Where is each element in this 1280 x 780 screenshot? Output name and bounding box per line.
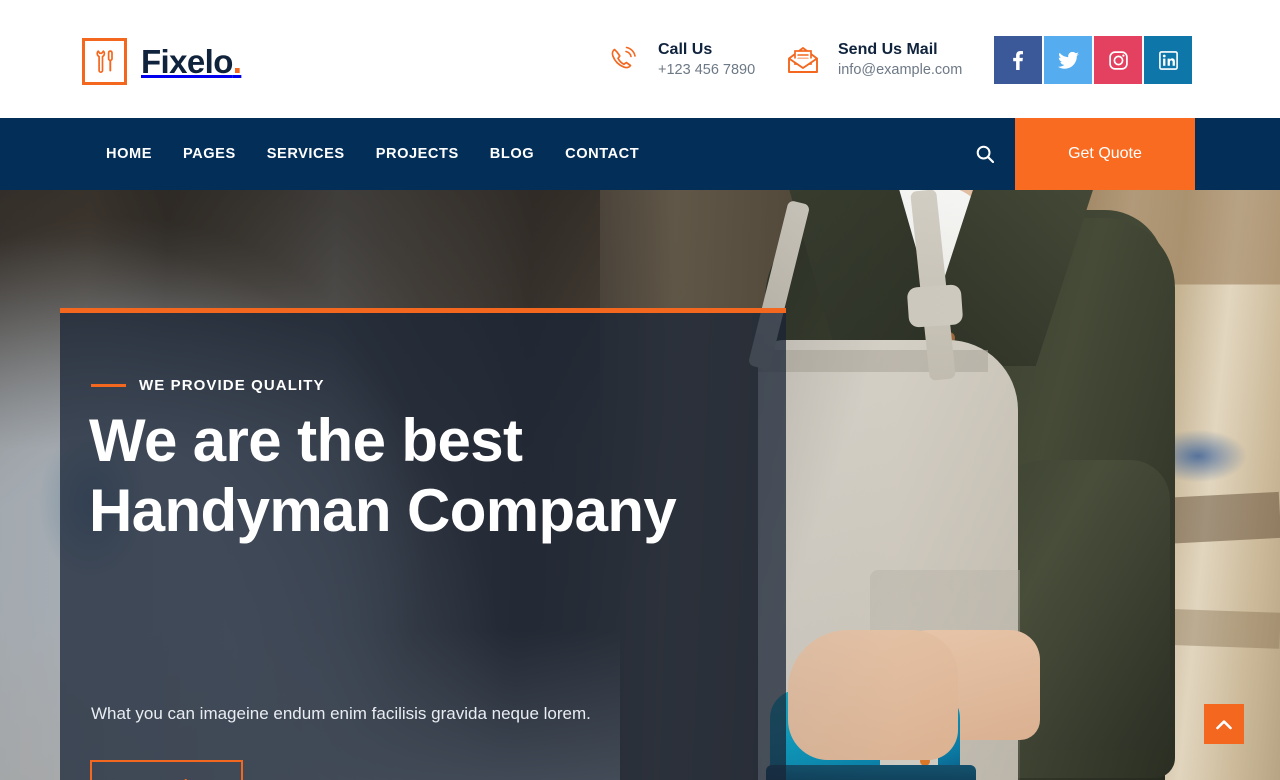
twitter-icon[interactable] <box>1044 36 1092 84</box>
hero-subtitle: What you can imageine endum enim facilis… <box>91 704 591 723</box>
nav-item-pages[interactable]: PAGES <box>183 146 267 162</box>
logo-dot: . <box>232 43 242 80</box>
wrench-screwdriver-icon <box>82 38 127 85</box>
get-quote-button[interactable]: Get Quote <box>1015 118 1195 190</box>
chevron-up-icon <box>1216 719 1232 729</box>
phone-icon <box>604 41 642 79</box>
hero-title: We are the best Handyman Company <box>89 406 769 546</box>
facebook-icon[interactable] <box>994 36 1042 84</box>
hero-eyebrow-text: WE PROVIDE QUALITY <box>139 377 325 394</box>
site-logo[interactable]: Fixelo. <box>82 38 242 85</box>
hero-content-panel: WE PROVIDE QUALITY We are the best Handy… <box>60 308 786 780</box>
main-navigation: HOME PAGES SERVICES PROJECTS BLOG CONTAC… <box>0 118 1280 190</box>
hero-section: WE PROVIDE QUALITY We are the best Handy… <box>0 190 1280 780</box>
eyebrow-dash-icon <box>91 384 126 387</box>
nav-item-home[interactable]: HOME <box>106 146 183 162</box>
hero-title-line1: We are the best <box>89 407 523 474</box>
social-links <box>994 36 1192 84</box>
site-header: Fixelo. Call Us +123 456 7890 Send Us Ma… <box>0 0 1280 118</box>
envelope-icon <box>784 41 822 79</box>
page-root: Fixelo. Call Us +123 456 7890 Send Us Ma… <box>0 0 1280 780</box>
instagram-icon[interactable] <box>1094 36 1142 84</box>
contact-call-title: Call Us <box>658 41 713 58</box>
nav-item-contact[interactable]: CONTACT <box>565 146 670 162</box>
search-icon[interactable] <box>955 118 1015 190</box>
hero-title-line2: Handyman Company <box>89 477 677 544</box>
nav-item-blog[interactable]: BLOG <box>490 146 565 162</box>
nav-links: HOME PAGES SERVICES PROJECTS BLOG CONTAC… <box>106 146 670 162</box>
logo-text: Fixelo. <box>141 43 242 80</box>
nav-item-services[interactable]: SERVICES <box>267 146 376 162</box>
contact-phone-number: +123 456 7890 <box>658 62 756 79</box>
contact-email-address: info@example.com <box>838 62 963 79</box>
nav-item-projects[interactable]: PROJECTS <box>376 146 490 162</box>
our-services-button[interactable]: Our Services <box>90 760 243 780</box>
contact-send-mail[interactable]: Send Us Mail info@example.com <box>784 40 962 80</box>
linkedin-icon[interactable] <box>1144 36 1192 84</box>
hero-eyebrow: WE PROVIDE QUALITY <box>91 377 325 394</box>
contact-call-us[interactable]: Call Us +123 456 7890 <box>604 40 755 80</box>
contact-mail-title: Send Us Mail <box>838 41 938 58</box>
scroll-to-top-button[interactable] <box>1204 704 1244 744</box>
